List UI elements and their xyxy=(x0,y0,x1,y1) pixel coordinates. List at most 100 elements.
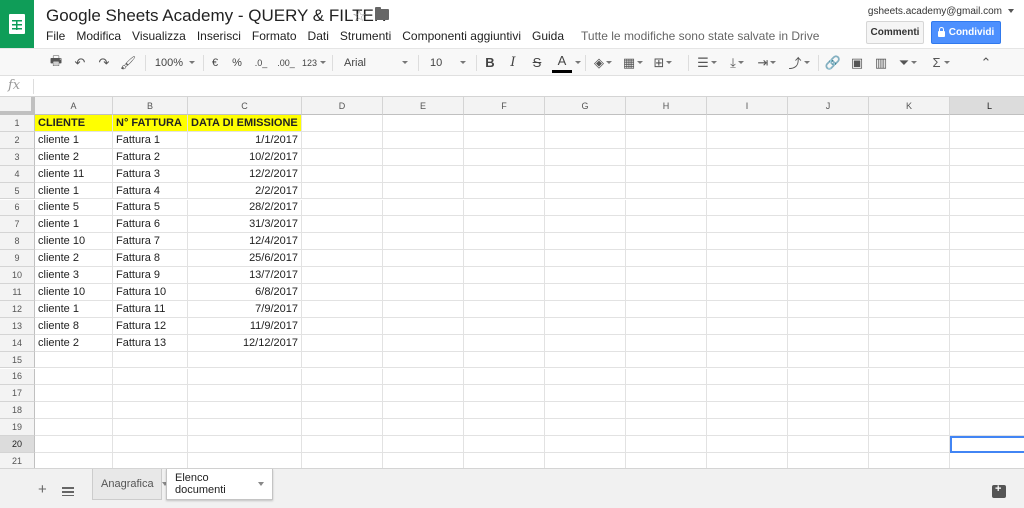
all-sheets-icon[interactable] xyxy=(62,487,74,496)
menu-guida[interactable]: Guida xyxy=(532,29,564,43)
table-cell[interactable] xyxy=(35,419,113,437)
table-cell[interactable] xyxy=(626,351,707,369)
menu-modifica[interactable]: Modifica xyxy=(76,29,121,43)
table-cell[interactable] xyxy=(545,385,626,403)
table-cell[interactable] xyxy=(869,250,950,268)
table-cell[interactable] xyxy=(464,284,545,301)
table-cell[interactable] xyxy=(383,317,464,335)
table-cell[interactable] xyxy=(950,419,1024,437)
table-cell[interactable] xyxy=(545,419,626,437)
table-cell[interactable] xyxy=(545,368,626,386)
table-cell[interactable] xyxy=(302,317,383,335)
table-cell[interactable] xyxy=(707,165,788,183)
table-cell[interactable] xyxy=(626,233,707,251)
table-cell[interactable]: Fattura 8 xyxy=(113,250,188,268)
table-cell[interactable] xyxy=(707,250,788,268)
column-header[interactable]: D xyxy=(302,97,383,115)
table-cell[interactable] xyxy=(545,436,626,453)
row-header[interactable]: 16 xyxy=(0,368,35,386)
zoom-select[interactable]: 100% xyxy=(150,49,200,76)
italic-button[interactable]: I xyxy=(505,49,521,76)
table-cell[interactable] xyxy=(869,334,950,352)
borders-icon[interactable]: ▦ xyxy=(620,49,646,76)
active-cell[interactable] xyxy=(950,436,1024,453)
fill-color-icon[interactable]: ◈ xyxy=(590,49,616,76)
table-cell[interactable] xyxy=(788,436,869,453)
print-icon[interactable]: 🖶 xyxy=(46,49,66,76)
table-cell[interactable] xyxy=(383,216,464,234)
row-header[interactable]: 15 xyxy=(0,351,35,369)
table-cell[interactable] xyxy=(302,148,383,166)
table-cell[interactable] xyxy=(788,385,869,403)
table-cell[interactable] xyxy=(950,318,1024,335)
table-cell[interactable]: 7/9/2017 xyxy=(188,300,302,318)
table-cell[interactable] xyxy=(35,402,113,420)
table-cell[interactable] xyxy=(626,216,707,234)
table-cell[interactable] xyxy=(383,131,464,149)
table-cell[interactable] xyxy=(626,453,707,468)
row-header[interactable]: 14 xyxy=(0,334,35,352)
table-cell[interactable] xyxy=(383,250,464,268)
chart-icon[interactable]: ▥ xyxy=(872,49,890,76)
table-cell[interactable] xyxy=(869,385,950,403)
table-cell[interactable] xyxy=(950,115,1024,132)
table-cell[interactable] xyxy=(626,385,707,403)
table-cell[interactable] xyxy=(545,402,626,420)
table-cell[interactable]: Fattura 4 xyxy=(113,182,188,200)
column-title-cell[interactable]: CLIENTE xyxy=(35,115,113,132)
table-cell[interactable] xyxy=(950,250,1024,268)
table-cell[interactable] xyxy=(788,199,869,217)
font-size-select[interactable]: 10 xyxy=(424,49,472,76)
chevron-up-icon[interactable]: ⌃ xyxy=(976,49,996,76)
tab-anagrafica[interactable]: Anagrafica xyxy=(92,469,168,500)
table-cell[interactable] xyxy=(788,216,869,234)
menu-strumenti[interactable]: Strumenti xyxy=(340,29,391,43)
table-cell[interactable] xyxy=(626,115,707,132)
table-cell[interactable]: 2/2/2017 xyxy=(188,182,302,200)
table-cell[interactable] xyxy=(302,182,383,200)
table-cell[interactable] xyxy=(869,233,950,251)
table-cell[interactable] xyxy=(302,368,383,386)
table-cell[interactable] xyxy=(788,453,869,468)
table-cell[interactable] xyxy=(788,182,869,200)
table-cell[interactable] xyxy=(383,402,464,420)
table-cell[interactable] xyxy=(626,284,707,301)
table-cell[interactable] xyxy=(302,199,383,217)
chevron-down-icon[interactable] xyxy=(573,49,583,76)
table-cell[interactable] xyxy=(35,368,113,386)
table-cell[interactable] xyxy=(869,317,950,335)
table-cell[interactable] xyxy=(626,317,707,335)
table-cell[interactable] xyxy=(545,351,626,369)
table-cell[interactable] xyxy=(626,182,707,200)
document-title[interactable]: Google Sheets Academy - QUERY & FILTER xyxy=(46,6,386,26)
table-cell[interactable] xyxy=(302,300,383,318)
table-cell[interactable] xyxy=(788,317,869,335)
table-cell[interactable] xyxy=(626,267,707,284)
table-cell[interactable] xyxy=(950,216,1024,234)
table-cell[interactable] xyxy=(950,335,1024,352)
table-cell[interactable] xyxy=(788,284,869,301)
table-cell[interactable] xyxy=(788,131,869,149)
table-cell[interactable] xyxy=(869,419,950,437)
increase-decimals-button[interactable]: .00_ xyxy=(274,49,298,76)
table-cell[interactable]: 28/2/2017 xyxy=(188,199,302,217)
table-cell[interactable] xyxy=(869,182,950,200)
table-cell[interactable]: 10/2/2017 xyxy=(188,148,302,166)
table-cell[interactable] xyxy=(545,115,626,132)
explore-icon[interactable] xyxy=(992,483,1006,498)
table-cell[interactable] xyxy=(302,385,383,403)
table-cell[interactable] xyxy=(545,317,626,335)
comments-button[interactable]: Commenti xyxy=(866,21,924,44)
filter-icon[interactable]: ⏷ xyxy=(896,49,920,76)
table-cell[interactable] xyxy=(545,165,626,183)
chevron-down-icon[interactable] xyxy=(258,482,264,486)
table-cell[interactable] xyxy=(707,334,788,352)
column-header[interactable]: L xyxy=(950,97,1024,115)
table-cell[interactable] xyxy=(302,419,383,437)
row-header[interactable]: 3 xyxy=(0,148,35,166)
table-cell[interactable] xyxy=(464,300,545,318)
table-cell[interactable] xyxy=(302,115,383,132)
table-cell[interactable] xyxy=(950,183,1024,200)
menu-inserisci[interactable]: Inserisci xyxy=(197,29,241,43)
table-cell[interactable] xyxy=(383,351,464,369)
